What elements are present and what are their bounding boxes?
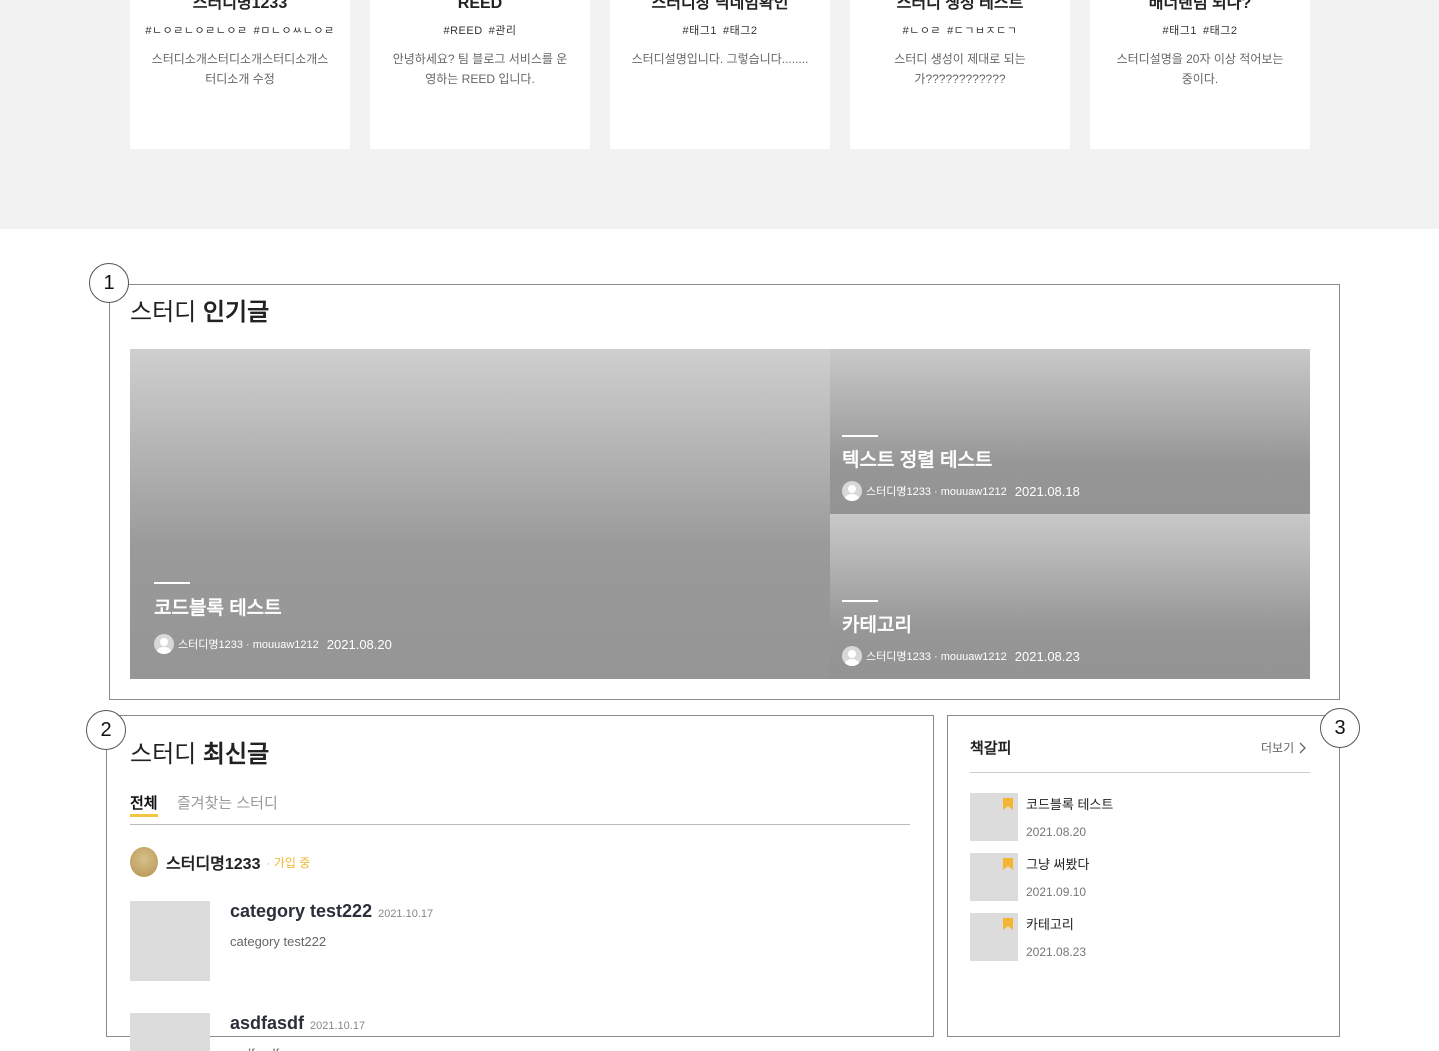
tag[interactable]: #태그1	[1163, 25, 1197, 37]
tab-all[interactable]: 전체	[130, 792, 158, 817]
annotation-marker-3: 3	[1320, 708, 1360, 748]
study-card[interactable]: 스터디장 닉네임확인 #태그1 #태그2 스터디설명입니다. 그렇습니다.....…	[610, 0, 830, 149]
study-card-band: 스터디명1233 #ㄴㅇㄹㄴㅇㄹㄴㅇㄹ #ㅁㄴㅇㅆㄴㅇㄹ 스터디소개스터디소개스터…	[0, 0, 1439, 229]
study-card-desc: 스터디소개스터디소개스터디소개스터디소개 수정	[151, 52, 329, 86]
post-author: 스터디명1233 · mouuaw1212	[866, 486, 1007, 498]
bookmark-item-title: 코드블록 테스트	[1026, 797, 1114, 812]
popular-section-title: 스터디 인기글	[130, 292, 269, 327]
popular-post-title: 코드블록 테스트	[154, 598, 282, 619]
popular-post-meta: 스터디명1233 · mouuaw1212 2021.08.20	[154, 634, 392, 654]
post-date: 2021.10.17	[378, 908, 434, 920]
study-card-tags: #태그1 #태그2	[1090, 22, 1310, 38]
bookmark-flag-icon	[1003, 858, 1013, 870]
bookmark-flag-icon	[1003, 918, 1013, 930]
bookmark-item[interactable]: 카테고리 2021.08.23	[970, 913, 1310, 961]
study-card[interactable]: REED #REED #관리 안녕하세요? 팀 블로그 서비스를 운영하는 REE…	[370, 0, 590, 149]
title-accent-line	[842, 600, 878, 602]
title-accent-line	[154, 582, 190, 584]
popular-post-meta: 스터디명1233 · mouuaw1212 2021.08.18	[842, 481, 1080, 501]
bookmark-flag-icon	[1003, 798, 1013, 810]
popular-post-title: 카테고리	[842, 615, 912, 636]
bookmark-item-date: 2021.09.10	[1026, 885, 1087, 899]
study-card-desc: 스터디 생성이 제대로 되는가????????????	[894, 52, 1026, 86]
title-prefix: 스터디	[130, 299, 197, 326]
study-card[interactable]: 스터디 생성 테스트 #ㄴㅇㄹ #ㄷㄱㅂㅈㄷㄱ 스터디 생성이 제대로 되는가??…	[850, 0, 1070, 149]
study-group-header[interactable]: 스터디명1233 · 가입 중	[130, 847, 310, 877]
post-thumbnail	[130, 901, 210, 981]
tag[interactable]: #태그2	[723, 25, 757, 37]
more-link[interactable]: 더보기	[1261, 739, 1307, 756]
tag[interactable]: #ㄷㄱㅂㅈㄷㄱ	[947, 25, 1017, 37]
title-bold: 최신글	[202, 741, 270, 768]
study-card-title: 배너랜덤 되나?	[1148, 0, 1252, 12]
tag[interactable]: #태그1	[683, 25, 717, 37]
post-date: 2021.08.18	[1014, 483, 1080, 499]
popular-post-large[interactable]: 코드블록 테스트 스터디명1233 · mouuaw1212 2021.08.2…	[130, 349, 830, 679]
post-title: category test222 2021.10.17	[230, 901, 433, 922]
popular-post-small[interactable]: 카테고리 스터디명1233 · mouuaw1212 2021.08.23	[830, 514, 1310, 679]
study-card-title: REED	[457, 0, 503, 12]
list-item[interactable]: category test222 2021.10.17 category test…	[130, 901, 890, 981]
tag[interactable]: #관리	[489, 25, 517, 37]
bookmark-item[interactable]: 그냥 써봤다 2021.09.10	[970, 853, 1310, 901]
post-title: asdfasdf 2021.10.17	[230, 1013, 365, 1034]
latest-tabs: 전체 즐겨찾는 스터디	[130, 790, 910, 825]
popular-post-meta: 스터디명1233 · mouuaw1212 2021.08.23	[842, 646, 1080, 666]
study-card-desc: 스터디설명을 20자 이상 적어보는 중이다.	[1116, 52, 1284, 86]
tag[interactable]: #ㄴㅇㄹ	[903, 25, 941, 37]
bookmark-item-title: 카테고리	[1026, 917, 1074, 932]
popular-post-title: 텍스트 정렬 테스트	[842, 450, 993, 471]
annotation-marker-1: 1	[89, 263, 129, 303]
bookmark-item-date: 2021.08.20	[1026, 825, 1087, 839]
divider	[970, 772, 1310, 773]
post-author: 스터디명1233 · mouuaw1212	[178, 639, 319, 651]
bookmark-item[interactable]: 코드블록 테스트 2021.08.20	[970, 793, 1310, 841]
chevron-right-icon	[1299, 742, 1307, 753]
post-excerpt: asdfasdf	[230, 1046, 279, 1051]
study-card[interactable]: 스터디명1233 #ㄴㅇㄹㄴㅇㄹㄴㅇㄹ #ㅁㄴㅇㅆㄴㅇㄹ 스터디소개스터디소개스터…	[130, 0, 350, 149]
tag[interactable]: #REED	[443, 25, 482, 37]
study-card-desc: 안녕하세요? 팀 블로그 서비스를 운영하는 REED 입니다.	[392, 52, 568, 86]
study-avatar-icon	[130, 847, 158, 877]
avatar	[154, 634, 174, 654]
join-status: · 가입 중	[266, 855, 311, 870]
title-prefix: 스터디	[130, 741, 197, 768]
study-card[interactable]: 배너랜덤 되나? #태그1 #태그2 스터디설명을 20자 이상 적어보는 중이다…	[1090, 0, 1310, 149]
post-excerpt: category test222	[230, 934, 327, 949]
post-title-text: asdfasdf	[230, 1013, 305, 1033]
post-thumbnail	[130, 1013, 210, 1051]
study-card-tags: #ㄴㅇㄹㄴㅇㄹㄴㅇㄹ #ㅁㄴㅇㅆㄴㅇㄹ	[130, 22, 350, 38]
study-card-tags: #ㄴㅇㄹ #ㄷㄱㅂㅈㄷㄱ	[850, 22, 1070, 38]
study-card-title: 스터디장 닉네임확인	[651, 0, 789, 12]
post-date: 2021.08.20	[326, 636, 392, 652]
popular-post-small[interactable]: 텍스트 정렬 테스트 스터디명1233 · mouuaw1212 2021.08…	[830, 349, 1310, 514]
tag[interactable]: #ㅁㄴㅇㅆㄴㅇㄹ	[254, 25, 335, 37]
study-card-title: 스터디명1233	[192, 0, 288, 12]
annotation-marker-2: 2	[86, 710, 126, 750]
bookmark-item-title: 그냥 써봤다	[1026, 857, 1090, 872]
study-card-tags: #REED #관리	[370, 22, 590, 38]
avatar	[842, 481, 862, 501]
post-title-text: category test222	[230, 901, 373, 921]
post-author: 스터디명1233 · mouuaw1212	[866, 651, 1007, 663]
bookmark-title: 책갈피	[970, 740, 1012, 757]
study-name: 스터디명1233	[166, 856, 261, 873]
post-date: 2021.10.17	[310, 1020, 366, 1032]
title-bold: 인기글	[202, 299, 270, 326]
study-card-tags: #태그1 #태그2	[610, 22, 830, 38]
tag[interactable]: #ㄴㅇㄹㄴㅇㄹㄴㅇㄹ	[145, 25, 247, 37]
bookmark-item-date: 2021.08.23	[1026, 945, 1087, 959]
latest-section-title: 스터디 최신글	[130, 734, 269, 769]
post-date: 2021.08.23	[1014, 648, 1080, 664]
study-card-desc: 스터디설명입니다. 그렇습니다........	[631, 52, 809, 66]
title-accent-line	[842, 435, 878, 437]
more-label: 더보기	[1261, 741, 1295, 755]
tab-favorite-studies[interactable]: 즐겨찾는 스터디	[177, 792, 278, 813]
avatar	[842, 646, 862, 666]
tag[interactable]: #태그2	[1203, 25, 1237, 37]
list-item[interactable]: asdfasdf 2021.10.17 asdfasdf	[130, 1013, 890, 1051]
study-card-title: 스터디 생성 테스트	[896, 0, 1024, 12]
